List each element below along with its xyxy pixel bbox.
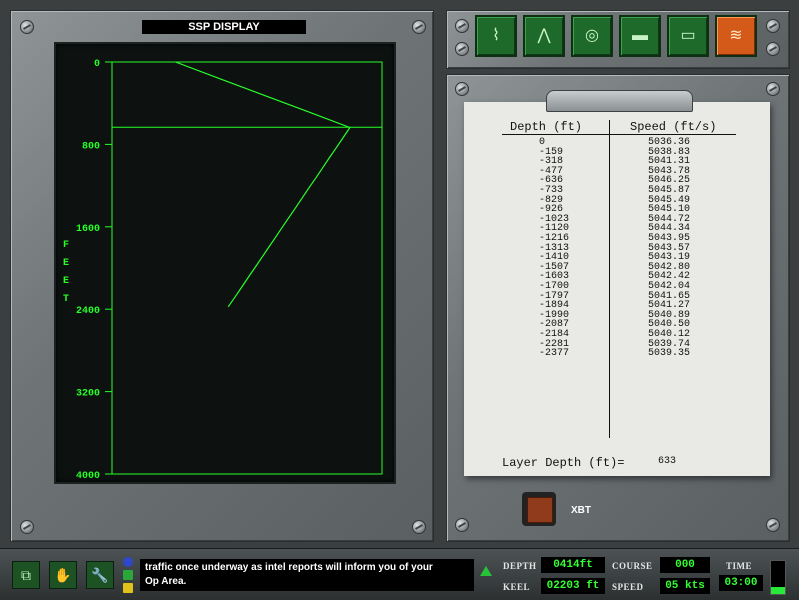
screw bbox=[20, 20, 34, 34]
layer-depth-value: 633 bbox=[658, 456, 677, 467]
towed-array-icon: ▭ bbox=[680, 27, 696, 44]
ssp-screen: 0 800 1600 2400 3200 4000 F E E T bbox=[54, 42, 396, 484]
screw bbox=[20, 520, 34, 534]
window-toggle-button[interactable]: ⧉ bbox=[12, 561, 40, 589]
screw bbox=[455, 518, 469, 532]
message-line-1: traffic once underway as intel reports w… bbox=[145, 562, 433, 573]
wrench-button[interactable]: 🔧 bbox=[86, 561, 114, 589]
xbt-label: XBT bbox=[571, 505, 591, 516]
layer-depth-label: Layer Depth (ft)= bbox=[502, 456, 625, 470]
time-compression-gauge[interactable] bbox=[770, 560, 786, 595]
message-play-icon[interactable] bbox=[123, 583, 133, 593]
screw bbox=[455, 82, 469, 96]
submarine-icon: ▬ bbox=[632, 27, 648, 44]
screw bbox=[455, 42, 469, 56]
xbt-launch-button[interactable] bbox=[522, 492, 556, 526]
time-readout: 03:00 bbox=[719, 575, 763, 591]
mode-button-sonar-waveform[interactable]: ⌇ bbox=[475, 15, 517, 57]
table-depth-cell: -2377 bbox=[539, 348, 570, 360]
message-scroll-up-icon[interactable] bbox=[123, 557, 133, 567]
mode-button-spectrum[interactable]: ⋀ bbox=[523, 15, 565, 57]
message-line-2: Op Area. bbox=[145, 576, 187, 587]
time-gauge-fill bbox=[771, 587, 785, 594]
axis-label-letter: E bbox=[63, 258, 69, 269]
ssp-data-sheet: Depth (ft) Speed (ft/s) 0 5036.36 -159 5038… bbox=[464, 102, 770, 476]
sonar-waveform-icon: ⌇ bbox=[492, 27, 500, 44]
wrench-icon: 🔧 bbox=[91, 567, 109, 583]
ssp-display-title: SSP DISPLAY bbox=[142, 20, 306, 34]
screw bbox=[766, 42, 780, 56]
hand-button[interactable]: ✋ bbox=[49, 561, 77, 589]
y-tick-label: 2400 bbox=[76, 306, 100, 317]
screw bbox=[766, 518, 780, 532]
xbt-button-face bbox=[527, 497, 553, 523]
depth-readout: 0414ft bbox=[541, 557, 605, 573]
axis-label-letter: T bbox=[63, 294, 69, 305]
sound-speed-profile-line bbox=[175, 61, 351, 308]
y-tick-label: 4000 bbox=[76, 471, 100, 482]
speed-label: SPEED bbox=[612, 582, 644, 592]
message-box: traffic once underway as intel reports w… bbox=[140, 559, 474, 591]
column-divider bbox=[609, 120, 610, 438]
mode-button-ssp-profile[interactable]: ≋ bbox=[715, 15, 757, 57]
screw bbox=[412, 20, 426, 34]
ssp-profile-icon: ≋ bbox=[729, 27, 743, 44]
clipboard-clip bbox=[546, 90, 693, 112]
screw bbox=[412, 520, 426, 534]
depth-up-arrow-icon[interactable] bbox=[480, 566, 492, 576]
y-tick-label: 3200 bbox=[76, 389, 100, 400]
header-divider bbox=[502, 134, 736, 135]
time-label: TIME bbox=[726, 561, 753, 571]
screw bbox=[455, 19, 469, 33]
keel-label: KEEL bbox=[503, 582, 531, 592]
depth-column-header: Depth (ft) bbox=[510, 120, 583, 134]
screw bbox=[766, 19, 780, 33]
table-speed-cell: 5039.35 bbox=[648, 348, 691, 360]
y-tick-label: 800 bbox=[82, 141, 100, 152]
mode-button-towed-array[interactable]: ▭ bbox=[667, 15, 709, 57]
screw bbox=[766, 82, 780, 96]
depth-label: DEPTH bbox=[503, 561, 537, 571]
message-stop-icon[interactable] bbox=[123, 570, 133, 580]
speed-readout[interactable]: 05 kts bbox=[660, 578, 710, 594]
axis-label-letter: F bbox=[63, 240, 69, 251]
ssp-chart: 08001600240032004000FEET bbox=[63, 59, 383, 482]
axis-label-letter: E bbox=[63, 276, 69, 287]
course-label: COURSE bbox=[612, 561, 653, 571]
mode-button-active-sonar[interactable]: ◎ bbox=[571, 15, 613, 57]
hand-icon: ✋ bbox=[54, 567, 72, 583]
mode-button-submarine[interactable]: ▬ bbox=[619, 15, 661, 57]
active-sonar-icon: ◎ bbox=[585, 27, 599, 44]
speed-column-header: Speed (ft/s) bbox=[630, 120, 717, 134]
y-tick-label: 0 bbox=[94, 59, 100, 70]
y-tick-label: 1600 bbox=[76, 224, 100, 235]
spectrum-icon: ⋀ bbox=[537, 27, 551, 44]
window-toggle-icon: ⧉ bbox=[21, 567, 31, 583]
keel-readout: 02203 ft bbox=[541, 578, 605, 594]
course-readout[interactable]: 000 bbox=[660, 557, 710, 573]
